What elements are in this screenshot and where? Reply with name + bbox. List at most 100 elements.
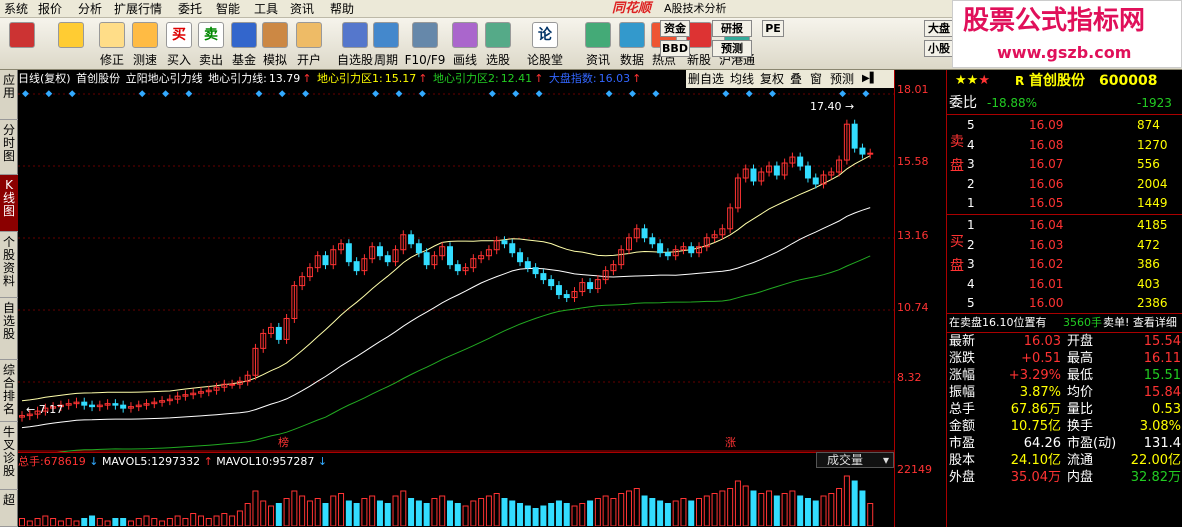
level-volume: 4185	[1137, 218, 1168, 232]
menu-6[interactable]: 工具	[254, 1, 278, 17]
stat-row: 涨幅 +3.29% 最低 15.51	[947, 367, 1182, 384]
toolbar-small-1[interactable]: BBD	[660, 40, 690, 57]
menu-2[interactable]: 分析	[78, 1, 102, 17]
chart-tool-4[interactable]: 窗	[810, 70, 822, 88]
menu-7[interactable]: 资讯	[290, 1, 314, 17]
menu-0[interactable]: 系统	[4, 1, 28, 17]
y-tick-1: 15.58	[897, 155, 929, 168]
toolbar-button-7[interactable]: 模拟	[260, 18, 290, 70]
chart-tool-0[interactable]: 删自选	[688, 70, 724, 88]
toolbar-button-4[interactable]: 买买入	[164, 18, 194, 70]
stock-name: 首创股份	[1029, 73, 1085, 89]
chart-tool-1[interactable]: 均线	[730, 70, 754, 88]
left-tab-2[interactable]: K线图	[0, 175, 18, 232]
stat-value: 0.53	[1152, 402, 1181, 417]
menu-3[interactable]: 扩展行情	[114, 1, 162, 17]
fund-icon	[231, 22, 257, 48]
toolbar-button-6[interactable]: 基金	[228, 18, 260, 70]
candle-body	[524, 261, 531, 269]
left-tab-4[interactable]: 自选股	[0, 298, 18, 360]
volume-bar	[283, 498, 290, 526]
volume-bar	[42, 515, 49, 526]
buy-level-row[interactable]: 2 16.03 472	[947, 236, 1182, 255]
volume-bar	[633, 488, 640, 526]
sell-level-row[interactable]: 5 16.09 874	[947, 116, 1182, 135]
toolbar-small-4[interactable]: PE	[762, 20, 784, 37]
chart-tool-3[interactable]: 叠	[790, 70, 802, 88]
candle-body	[322, 255, 329, 266]
toolbar-small-5[interactable]: 大盘	[924, 20, 954, 37]
left-tab-6[interactable]: 牛叉诊股	[0, 422, 18, 490]
menu-4[interactable]: 委托	[178, 1, 202, 17]
collapse-icon[interactable]: ▶▌	[862, 70, 877, 88]
volume-info-bar: 总手:678619 ↓ MAVOL5:1297332 ↑ MAVOL10:957…	[18, 452, 894, 470]
volume-indicator-select[interactable]: 成交量 ▾	[816, 452, 894, 468]
signal-marker: ◆	[22, 89, 29, 99]
signal-marker: ◆	[302, 89, 309, 99]
candle-body	[423, 252, 430, 266]
candle-body	[501, 240, 508, 245]
menu-1[interactable]: 报价	[38, 1, 62, 17]
order-notice[interactable]: 在卖盘16.10位置有 3560手 卖单! 查看详细	[947, 313, 1182, 332]
left-tab-5[interactable]: 综合排名	[0, 360, 18, 422]
toolbar-small-2[interactable]: 研报	[712, 20, 752, 37]
toolbar-button-5[interactable]: 卖卖出	[196, 18, 226, 70]
toolbar-small-3[interactable]: 预测	[712, 40, 752, 57]
candle-body	[384, 255, 391, 263]
stat-label: 振幅	[949, 385, 976, 400]
sell-level-row[interactable]: 3 16.07 556	[947, 155, 1182, 174]
toolbar-button-11[interactable]: F10/F9	[404, 18, 446, 70]
left-tab-3[interactable]: 个股资料	[0, 232, 18, 298]
toolbar-button-0[interactable]	[0, 18, 44, 70]
left-tab-0[interactable]: 应用	[0, 70, 18, 120]
toolbar-button-10[interactable]: 周期	[370, 18, 402, 70]
sell-level-row[interactable]: 4 16.08 1270	[947, 136, 1182, 155]
chart-tool-5[interactable]: 预测	[830, 70, 854, 88]
volume-bar	[797, 495, 804, 526]
up-arrow-icon: ↑	[302, 72, 316, 85]
signal-marker: ◆	[629, 89, 636, 99]
toolbar-button-12[interactable]: 画线	[448, 18, 482, 70]
toolbar-button-14[interactable]: 论论股堂	[512, 18, 578, 70]
sell-level-row[interactable]: 2 16.06 2004	[947, 175, 1182, 194]
buy-level-row[interactable]: 3 16.02 386	[947, 255, 1182, 274]
menu-5[interactable]: 智能	[216, 1, 240, 17]
stat-label: 股本	[949, 453, 976, 468]
toolbar-label-11: F10/F9	[404, 53, 446, 67]
toolbar-button-1[interactable]	[52, 18, 90, 70]
toolbar-button-9[interactable]: 自选股	[336, 18, 374, 70]
stat-row: 市盈 64.26 市盈(动) 131.4	[947, 435, 1182, 452]
toolbar-small-0[interactable]: 资金	[660, 20, 690, 37]
buy-level-row[interactable]: 5 16.00 2386	[947, 294, 1182, 313]
toolbar-button-16[interactable]: 数据	[616, 18, 648, 70]
buy-level-row[interactable]: 4 16.01 403	[947, 275, 1182, 294]
toolbar-button-13[interactable]: 选股	[482, 18, 514, 70]
sell-level-row[interactable]: 1 16.05 1449	[947, 194, 1182, 213]
level-price: 16.00	[1029, 296, 1064, 310]
toolbar-button-8[interactable]: 开户	[292, 18, 326, 70]
volume-bar	[431, 498, 438, 526]
chevron-down-icon: ▾	[882, 453, 889, 467]
buy-icon: 买	[166, 22, 192, 48]
left-tab-1[interactable]: 分时图	[0, 120, 18, 175]
volume-bar	[213, 515, 220, 526]
volume-bar	[851, 480, 858, 526]
menu-8[interactable]: 帮助	[330, 1, 354, 17]
signal-marker: ◆	[512, 89, 519, 99]
volume-bar	[485, 495, 492, 526]
left-tab-7[interactable]: 超	[0, 490, 18, 527]
stat-label: 内盘	[1067, 470, 1094, 485]
divider	[947, 114, 1182, 115]
chart-tool-2[interactable]: 复权	[760, 70, 784, 88]
high-label: 17.40 →	[810, 100, 854, 113]
notice-text: 在卖盘16.10位置有	[949, 316, 1047, 329]
toolbar-button-15[interactable]: 资讯	[582, 18, 614, 70]
toolbar-small-6[interactable]: 小股	[924, 40, 954, 57]
toolbar-label-2: 修正	[99, 53, 124, 67]
buy-level-row[interactable]: 1 16.04 4185	[947, 216, 1182, 235]
volume-bar	[781, 493, 788, 526]
toolbar-button-2[interactable]: 修正	[96, 18, 128, 70]
toolbar-button-3[interactable]: 测速	[128, 18, 162, 70]
back-arrow-icon	[58, 22, 84, 48]
stat-value: 35.04万	[1010, 470, 1061, 485]
